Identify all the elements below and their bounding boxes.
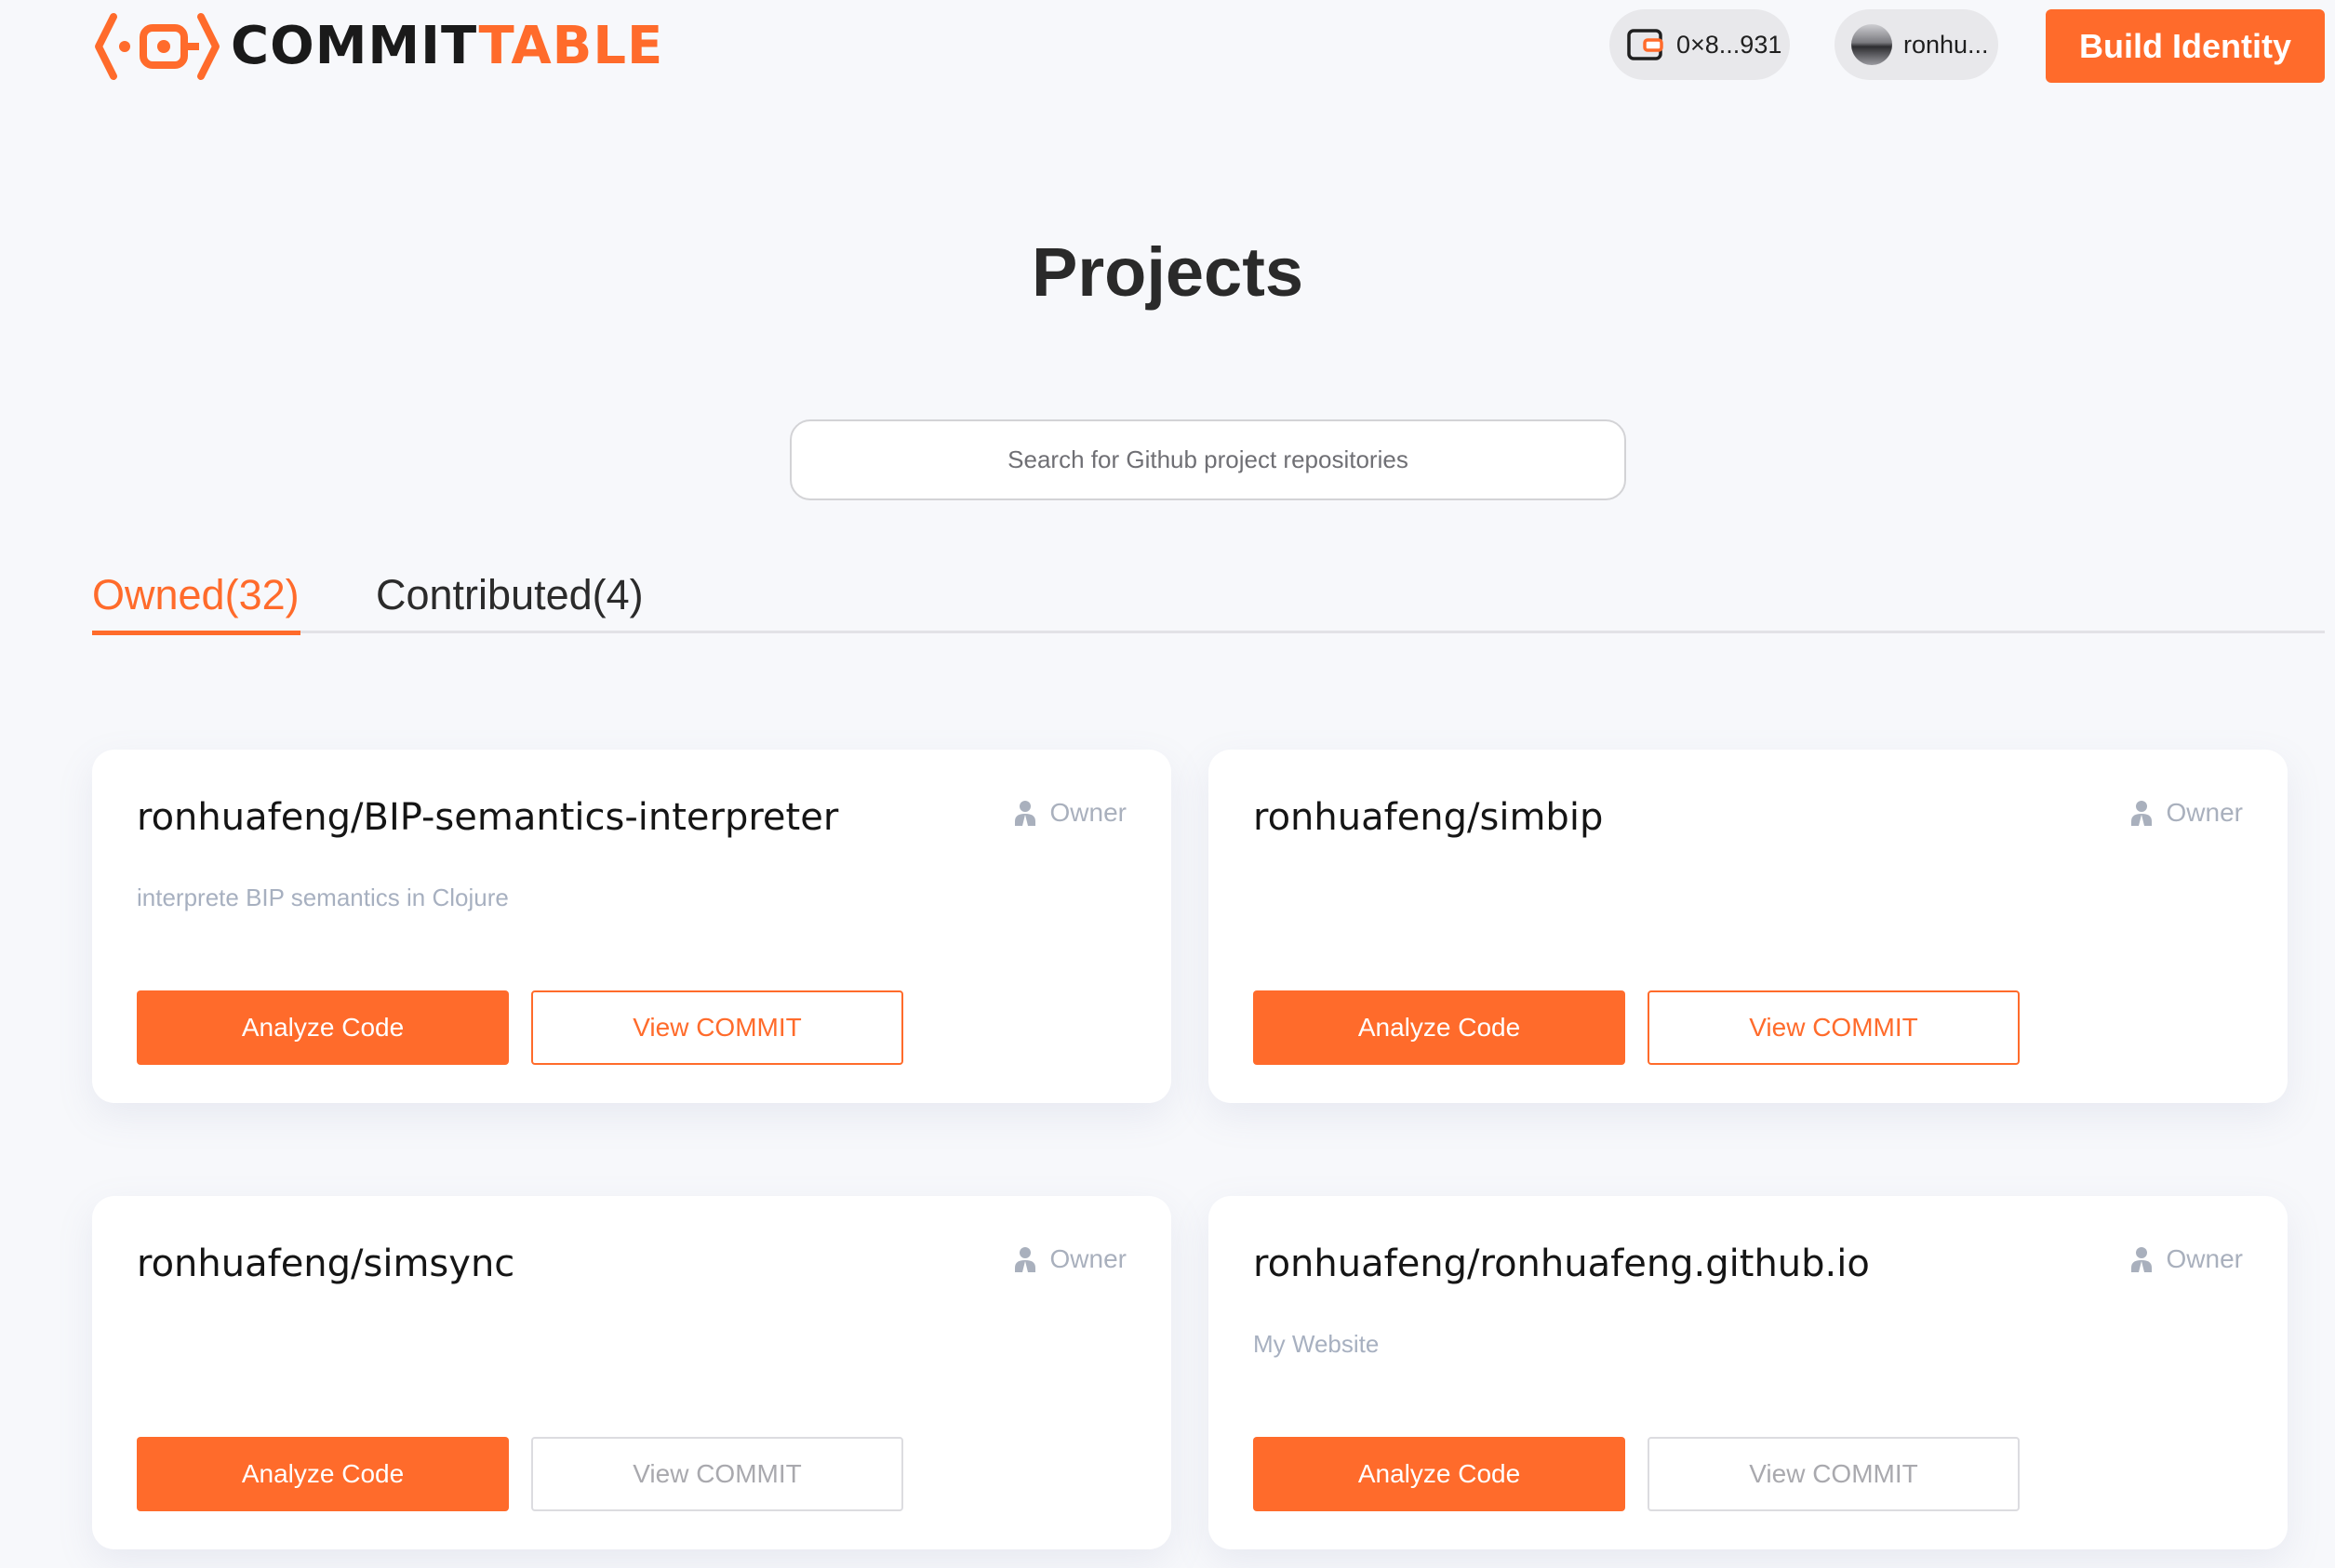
wallet-address: 0×8...931 <box>1676 30 1782 59</box>
app-logo[interactable]: COMMITTABLE <box>91 11 663 82</box>
project-card: ronhuafeng/ronhuafeng.github.io Owner My… <box>1208 1196 2288 1549</box>
owner-badge: Owner <box>1013 1244 1127 1274</box>
view-commit-button[interactable]: View COMMIT <box>531 1437 903 1511</box>
project-tabs: Owned(32) Contributed(4) <box>92 569 2325 635</box>
analyze-code-button[interactable]: Analyze Code <box>137 1437 509 1511</box>
analyze-code-button[interactable]: Analyze Code <box>1253 1437 1625 1511</box>
owner-badge: Owner <box>2129 1244 2243 1274</box>
view-commit-button[interactable]: View COMMIT <box>1648 990 2020 1065</box>
user-icon <box>2130 1247 2152 1272</box>
owner-badge: Owner <box>1013 798 1127 828</box>
owner-badge: Owner <box>2129 798 2243 828</box>
project-description: My Website <box>1253 1330 1380 1358</box>
logo-text-accent: TABLE <box>478 16 664 76</box>
project-card: ronhuafeng/BIP-semantics-interpreter Own… <box>92 750 1171 1103</box>
view-commit-button[interactable]: View COMMIT <box>1648 1437 2020 1511</box>
search-input[interactable] <box>790 419 1626 500</box>
wallet-address-chip[interactable]: 0×8...931 <box>1609 9 1790 80</box>
build-identity-button[interactable]: Build Identity <box>2046 9 2325 83</box>
user-icon <box>2130 801 2152 826</box>
project-title[interactable]: ronhuafeng/BIP-semantics-interpreter <box>137 796 838 839</box>
wallet-icon <box>1627 29 1663 60</box>
owner-label: Owner <box>2166 798 2243 827</box>
project-card: ronhuafeng/simsync Owner Analyze Code Vi… <box>92 1196 1171 1549</box>
logo-text-main: COMMIT <box>231 16 479 76</box>
owner-label: Owner <box>1049 798 1127 827</box>
project-title[interactable]: ronhuafeng/ronhuafeng.github.io <box>1253 1242 1870 1285</box>
view-commit-button[interactable]: View COMMIT <box>531 990 903 1065</box>
analyze-code-button[interactable]: Analyze Code <box>1253 990 1625 1065</box>
username: ronhu... <box>1903 30 1989 59</box>
page-title: Projects <box>1031 233 1304 311</box>
owner-label: Owner <box>2166 1244 2243 1273</box>
code-key-logo-icon <box>95 13 220 80</box>
user-profile-chip[interactable]: ronhu... <box>1835 9 1998 80</box>
project-card: ronhuafeng/simbip Owner Analyze Code Vie… <box>1208 750 2288 1103</box>
logo-wordmark: COMMITTABLE <box>231 20 663 73</box>
user-icon <box>1014 1247 1035 1272</box>
user-icon <box>1014 801 1035 826</box>
analyze-code-button[interactable]: Analyze Code <box>137 990 509 1065</box>
project-title[interactable]: ronhuafeng/simbip <box>1253 796 1603 839</box>
tab-owned[interactable]: Owned(32) <box>92 569 300 635</box>
project-description: interprete BIP semantics in Clojure <box>137 884 509 911</box>
project-title[interactable]: ronhuafeng/simsync <box>137 1242 514 1285</box>
owner-label: Owner <box>1049 1244 1127 1273</box>
tab-contributed[interactable]: Contributed(4) <box>376 569 644 631</box>
avatar <box>1851 24 1892 65</box>
